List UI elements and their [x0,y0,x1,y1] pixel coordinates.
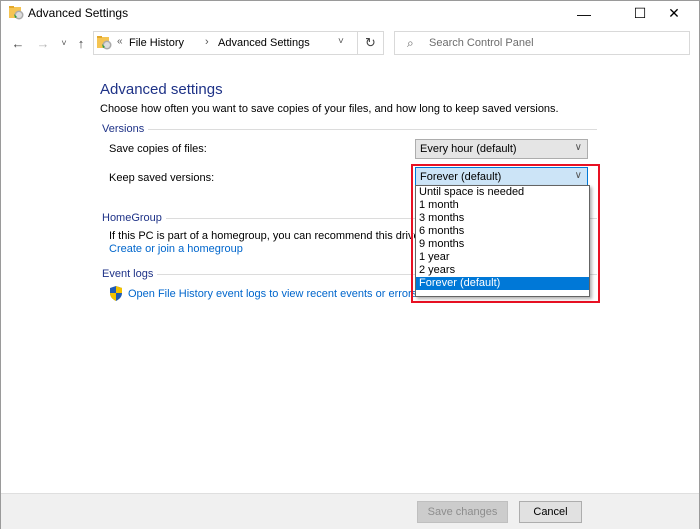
file-history-icon [9,6,24,20]
forward-button[interactable]: → [34,33,52,53]
keep-versions-value: Forever (default) [420,171,502,183]
dropdown-option[interactable]: 1 year [416,251,589,264]
breadcrumb-overflow-icon[interactable]: « [117,36,123,47]
close-button[interactable]: ✕ [651,1,697,26]
address-dropdown-icon[interactable]: ˅ [338,36,344,47]
footer-bar: Save changes Cancel [1,493,699,529]
save-copies-value: Every hour (default) [420,143,517,155]
chevron-down-icon: ∨ [574,170,582,181]
chevron-down-icon: ∨ [574,142,582,153]
event-logs-group-label: Event logs [102,268,158,280]
page-title: Advanced settings [100,81,223,98]
back-button[interactable]: ← [9,33,27,53]
cancel-button[interactable]: Cancel [519,501,582,523]
dropdown-option[interactable]: 3 months [416,212,589,225]
refresh-button[interactable]: ↻ [357,31,384,55]
versions-group-label: Versions [102,123,149,135]
address-bar[interactable]: « File History › Advanced Settings ˅ [93,31,358,55]
breadcrumb-file-history[interactable]: File History [129,37,184,49]
create-join-homegroup-link[interactable]: Create or join a homegroup [109,243,243,255]
save-changes-button[interactable]: Save changes [417,501,508,523]
open-event-logs-link[interactable]: Open File History event logs to view rec… [128,288,417,300]
keep-versions-select[interactable]: Forever (default) ∨ [415,167,588,187]
versions-divider [102,129,597,130]
minimize-button[interactable]: — [561,1,607,26]
keep-versions-dropdown-list: Until space is needed 1 month 3 months 6 mo… [415,185,590,297]
keep-versions-label: Keep saved versions: [109,172,215,184]
homegroup-group-label: HomeGroup [102,212,166,224]
navigation-bar: ← → ˅ ↑ « File History › Advanced Settin… [1,29,699,59]
dropdown-option[interactable]: 2 years [416,264,589,277]
dropdown-option[interactable]: Until space is needed [416,186,589,199]
advanced-settings-window: Advanced Settings — ☐ ✕ ← → ˅ ↑ « File H… [0,0,700,529]
dropdown-option[interactable]: Forever (default) [416,277,589,290]
window-title: Advanced Settings [28,6,129,20]
search-box[interactable]: ⌕ [394,31,690,55]
page-description: Choose how often you want to save copies… [100,103,559,115]
file-history-icon [97,36,112,50]
dropdown-option[interactable]: 9 months [416,238,589,251]
up-button[interactable]: ↑ [73,33,89,53]
breadcrumb-advanced-settings[interactable]: Advanced Settings [218,37,310,49]
breadcrumb-separator-icon[interactable]: › [205,36,209,48]
dropdown-option[interactable]: 1 month [416,199,589,212]
search-icon: ⌕ [407,36,414,50]
recent-locations-button[interactable]: ˅ [58,33,70,53]
save-copies-label: Save copies of files: [109,143,207,155]
title-bar: Advanced Settings — ☐ ✕ [1,1,699,26]
dropdown-option[interactable]: 6 months [416,225,589,238]
search-input[interactable] [429,35,679,51]
save-copies-select[interactable]: Every hour (default) ∨ [415,139,588,159]
main-content: Advanced settings Choose how often you w… [1,61,699,493]
homegroup-description: If this PC is part of a homegroup, you c… [109,230,432,242]
uac-shield-icon [110,286,122,301]
